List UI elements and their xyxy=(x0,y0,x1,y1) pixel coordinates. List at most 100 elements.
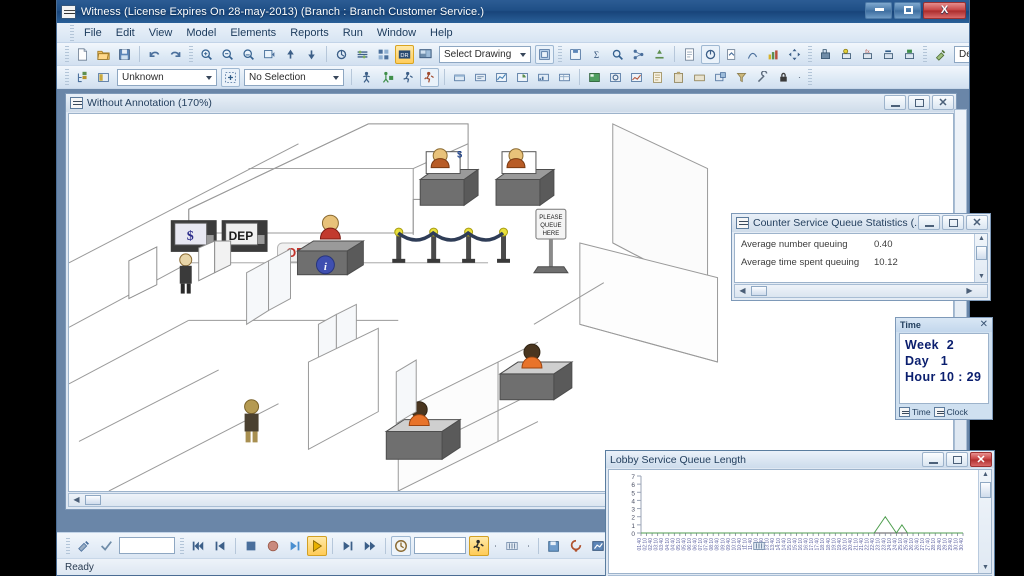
optimizer-icon[interactable] xyxy=(627,68,646,87)
chart-scroll-thumb[interactable] xyxy=(980,482,991,498)
simulation-canvas-container[interactable]: $ $ DEP i PLEASE QUEUE HERE xyxy=(68,113,954,492)
window-minimize-button[interactable] xyxy=(865,2,892,19)
tab-time[interactable]: Time xyxy=(899,406,931,417)
speed-slider-icon[interactable] xyxy=(502,536,522,556)
export-report-icon[interactable] xyxy=(722,45,741,64)
style-picker-icon[interactable] xyxy=(931,45,950,64)
report-page-icon[interactable] xyxy=(680,45,699,64)
reset-icon[interactable] xyxy=(263,536,283,556)
menu-item-edit[interactable]: Edit xyxy=(109,25,142,41)
run-check-icon[interactable] xyxy=(96,536,116,556)
display-chart-icon[interactable] xyxy=(492,68,511,87)
walker-icon[interactable] xyxy=(357,68,376,87)
stats-close-button[interactable]: ✕ xyxy=(966,215,988,230)
child-close-button[interactable]: ✕ xyxy=(932,95,954,110)
display-table-icon[interactable] xyxy=(555,68,574,87)
menu-item-elements[interactable]: Elements xyxy=(223,25,283,41)
scroll-right-icon[interactable]: ▶ xyxy=(964,286,975,296)
menu-item-model[interactable]: Model xyxy=(179,25,223,41)
run-setup-icon[interactable] xyxy=(74,536,94,556)
lock-dropdown-icon[interactable] xyxy=(795,68,804,87)
menu-item-reports[interactable]: Reports xyxy=(283,25,336,41)
menu-grip[interactable] xyxy=(70,24,74,41)
run-count-field[interactable] xyxy=(119,537,175,554)
simulation-scene[interactable]: $ $ DEP i PLEASE QUEUE HERE xyxy=(69,114,953,491)
grid-snap-icon[interactable] xyxy=(374,45,393,64)
scroll-thumb[interactable] xyxy=(85,495,101,505)
new-file-icon[interactable] xyxy=(73,45,92,64)
time-close-icon[interactable]: ✕ xyxy=(980,319,988,331)
element-browser-icon[interactable] xyxy=(94,68,113,87)
pan-up-icon[interactable] xyxy=(281,45,300,64)
function-icon[interactable]: Σ xyxy=(587,45,606,64)
menu-item-file[interactable]: File xyxy=(77,25,109,41)
save-file-icon[interactable] xyxy=(115,45,134,64)
run-play-icon[interactable] xyxy=(307,535,327,556)
zoom-fit-icon[interactable] xyxy=(239,45,258,64)
move-element-icon[interactable] xyxy=(785,45,804,64)
scroll-up-icon[interactable]: ▲ xyxy=(981,471,990,479)
recycle-icon[interactable] xyxy=(650,45,669,64)
animation-toggle-icon[interactable] xyxy=(469,535,489,556)
scroll-down-icon[interactable]: ▼ xyxy=(977,273,986,281)
toolbar-grip-view[interactable] xyxy=(189,46,193,62)
toolbar-grip-place[interactable] xyxy=(808,46,812,62)
undo-icon[interactable] xyxy=(145,45,164,64)
zoom-region-icon[interactable] xyxy=(260,45,279,64)
filter-icon[interactable] xyxy=(732,68,751,87)
toolbar-grip-model[interactable] xyxy=(558,46,562,62)
lock-icon[interactable] xyxy=(774,68,793,87)
place-buffer-icon[interactable] xyxy=(837,45,856,64)
save-run-state-icon[interactable] xyxy=(544,536,564,556)
print-preview-icon[interactable] xyxy=(743,45,762,64)
stats-minimize-button[interactable] xyxy=(918,215,940,230)
stats-scroll-thumb[interactable] xyxy=(976,246,987,260)
notes-icon[interactable] xyxy=(690,68,709,87)
place-variable-icon[interactable] xyxy=(900,45,919,64)
menu-item-view[interactable]: View xyxy=(142,25,180,41)
scroll-down-icon[interactable]: ▼ xyxy=(981,564,990,572)
scroll-up-icon[interactable]: ▲ xyxy=(977,235,986,243)
wrench-icon[interactable] xyxy=(753,68,772,87)
redo-icon[interactable] xyxy=(166,45,185,64)
display-mode-icon[interactable]: DR xyxy=(395,44,414,64)
speed-increase-icon[interactable] xyxy=(524,536,533,556)
window-maximize-button[interactable] xyxy=(894,2,921,19)
place-conveyor-icon[interactable] xyxy=(879,45,898,64)
bar-chart-icon[interactable] xyxy=(764,45,783,64)
drawing-properties-icon[interactable] xyxy=(535,44,554,64)
runner-icon[interactable] xyxy=(399,68,418,87)
display-pie-icon[interactable] xyxy=(513,68,532,87)
place-machine-icon[interactable] xyxy=(816,45,835,64)
open-file-icon[interactable] xyxy=(94,45,113,64)
step-one-icon[interactable] xyxy=(338,536,358,556)
animate-toggle-icon[interactable] xyxy=(420,67,439,87)
rewind-to-start-icon[interactable] xyxy=(188,536,208,556)
child-minimize-button[interactable] xyxy=(884,95,906,110)
window-close-button[interactable]: X xyxy=(923,2,966,19)
child-maximize-button[interactable] xyxy=(908,95,930,110)
stats-vertical-scrollbar[interactable]: ▲ ▼ xyxy=(974,234,987,282)
fast-forward-icon[interactable] xyxy=(360,536,380,556)
menu-item-window[interactable]: Window xyxy=(370,25,423,41)
search-model-icon[interactable] xyxy=(608,45,627,64)
chart-plot-area[interactable]: 0 1 2 3 4 5 6 7 01:40 02:10 02:40 03:10 03:40 04:10 04… xyxy=(608,469,992,574)
element-tree-icon[interactable] xyxy=(73,68,92,87)
scroll-left-icon[interactable]: ◀ xyxy=(737,286,748,296)
select-all-icon[interactable] xyxy=(221,67,240,87)
time-decrease-icon[interactable] xyxy=(738,536,747,556)
step-back-icon[interactable] xyxy=(210,536,230,556)
zoom-out-icon[interactable] xyxy=(218,45,237,64)
toolbar-grip-style[interactable] xyxy=(923,46,927,62)
display-element-icon[interactable] xyxy=(450,68,469,87)
clipboard-icon[interactable] xyxy=(669,68,688,87)
experiment-icon[interactable] xyxy=(606,68,625,87)
stop-icon[interactable] xyxy=(241,536,261,556)
run-toolbar-grip[interactable] xyxy=(66,537,70,554)
screen-layout-icon[interactable] xyxy=(416,45,435,64)
place-labour-icon[interactable]: fx xyxy=(858,45,877,64)
time-slider-icon[interactable] xyxy=(749,536,769,556)
chart-vertical-scrollbar[interactable]: ▲ ▼ xyxy=(978,470,991,573)
menu-item-help[interactable]: Help xyxy=(423,25,460,41)
run-controls-grip[interactable] xyxy=(180,537,184,554)
